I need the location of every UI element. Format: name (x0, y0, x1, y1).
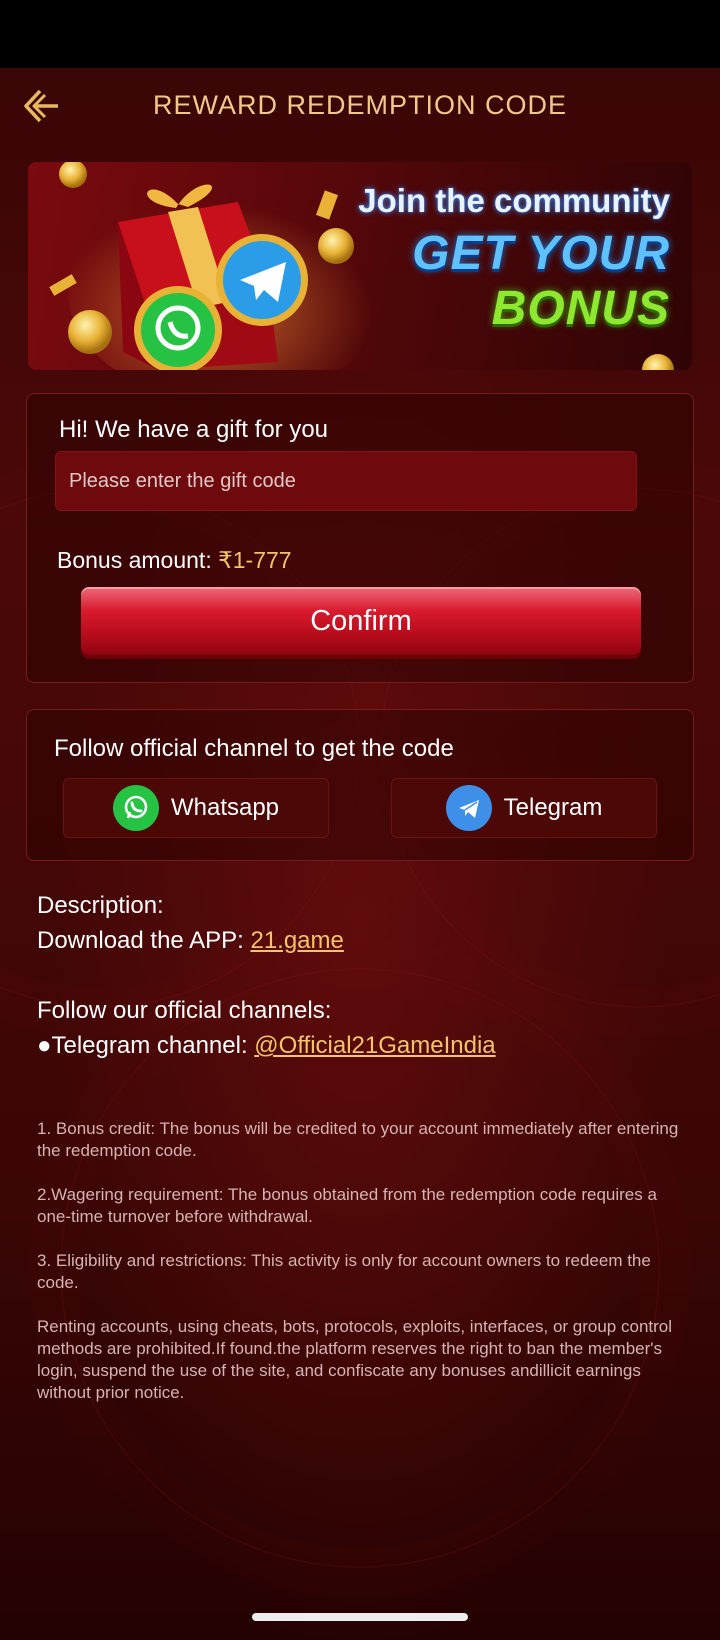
gift-code-input[interactable] (55, 451, 637, 511)
home-indicator[interactable] (252, 1613, 468, 1621)
terms-item: 2.Wagering requirement: The bonus obtain… (37, 1185, 657, 1226)
banner-text: Join the community GET YOUR BONUS (358, 182, 670, 336)
telegram-channel-link[interactable]: @Official21GameIndia (254, 1032, 495, 1059)
banner-headline: Join the community (358, 182, 670, 219)
coin-icon (318, 228, 354, 264)
terms-item: Renting accounts, using cheats, bots, pr… (37, 1317, 673, 1402)
download-link[interactable]: 21.game (250, 927, 343, 954)
description-title: Description: (37, 892, 164, 919)
whatsapp-icon (112, 785, 159, 831)
gift-code-card: Hi! We have a gift for you Bonus amount:… (26, 393, 694, 683)
download-row: Download the APP: 21.game (37, 923, 687, 958)
banner-bonus-text: BONUS (491, 282, 670, 335)
telegram-icon (445, 785, 492, 831)
bonus-amount-value: ₹1-777 (218, 547, 292, 573)
whatsapp-label: Whatsapp (170, 794, 280, 821)
coin-icon (59, 162, 87, 188)
confirm-button[interactable]: Confirm (81, 587, 641, 655)
banner-subheadline: GET YOUR (412, 227, 670, 280)
telegram-channel-row: ●Telegram channel: @Official21GameIndia (37, 1028, 687, 1063)
coin-icon (68, 310, 112, 354)
terms-item: 3. Eligibility and restrictions: This ac… (37, 1251, 651, 1292)
promo-banner[interactable]: Join the community GET YOUR BONUS (28, 162, 692, 370)
bonus-amount-label: Bonus amount: (57, 547, 219, 573)
telegram-button[interactable]: Telegram (391, 778, 657, 838)
telegram-channel-label: Telegram channel: (51, 1032, 255, 1059)
download-label: Download the APP: (37, 927, 251, 954)
whatsapp-icon (141, 293, 215, 367)
terms-item: 1. Bonus credit: The bonus will be credi… (37, 1119, 679, 1160)
coin-icon (642, 354, 674, 370)
header: REWARD REDEMPTION CODE (0, 68, 720, 144)
terms-list: 1. Bonus credit: The bonus will be credi… (37, 1118, 687, 1426)
description: Description: Download the APP: 21.game F… (37, 888, 687, 1063)
follow-channel-card: Follow official channel to get the code … (26, 709, 694, 861)
bullet: ● (37, 1032, 52, 1059)
channels-title: Follow our official channels: (37, 997, 332, 1024)
page-title: REWARD REDEMPTION CODE (152, 90, 567, 120)
telegram-label: Telegram (503, 794, 603, 821)
gift-heading: Hi! We have a gift for you (59, 416, 329, 443)
page: REWARD REDEMPTION CODE Join the communit… (0, 68, 720, 1640)
whatsapp-button[interactable]: Whatsapp (63, 778, 329, 838)
follow-heading: Follow official channel to get the code (54, 735, 454, 762)
bonus-amount: Bonus amount: ₹1-777 (57, 547, 292, 574)
status-bar (0, 0, 720, 68)
